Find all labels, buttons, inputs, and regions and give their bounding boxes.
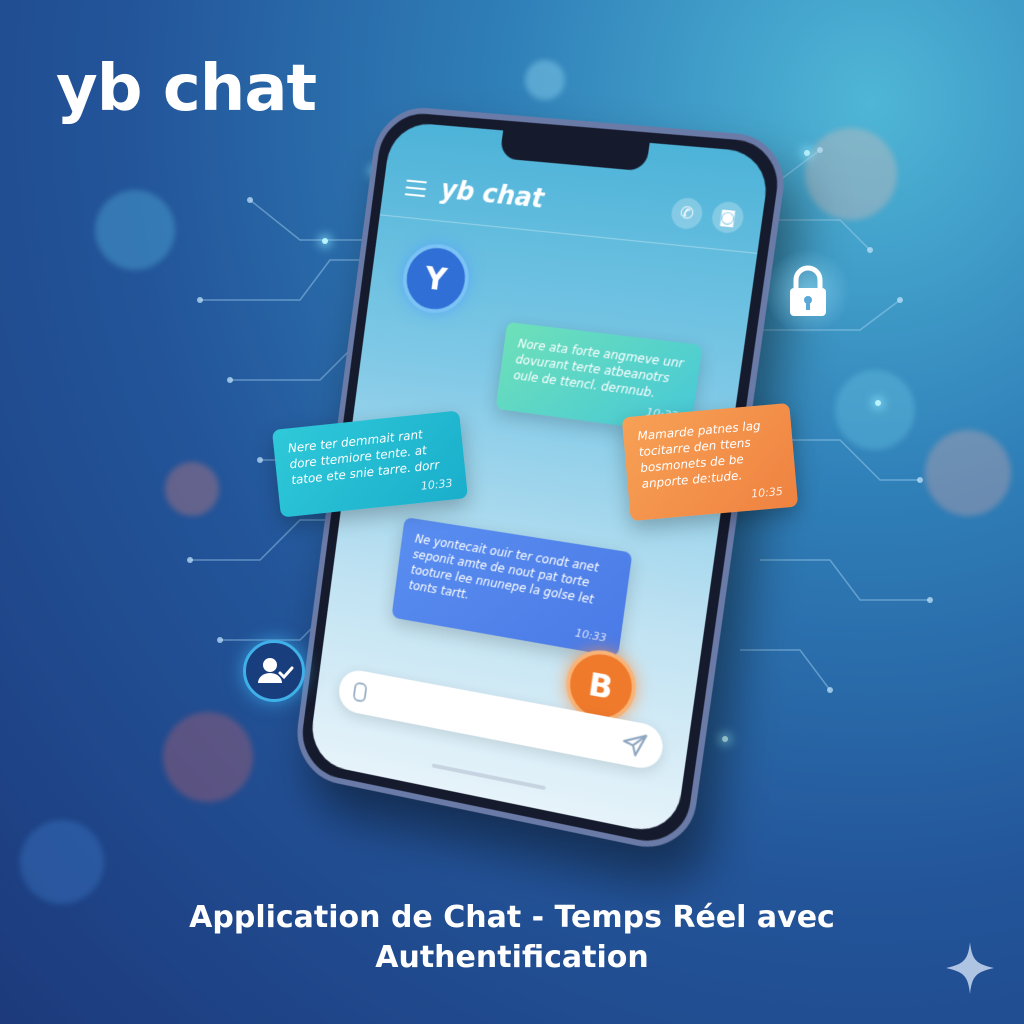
message-bubble: Ne yontecait ouir ter condt anet seponit… (391, 517, 633, 658)
send-icon[interactable] (618, 728, 650, 761)
microphone-icon[interactable] (352, 681, 368, 703)
app-header: yb chat ✆ ◙ (379, 159, 766, 254)
phone-icon[interactable]: ✆ (669, 196, 705, 231)
sparkle-star-icon (946, 942, 994, 994)
avatar-y: Y (398, 240, 474, 317)
message-bubble: Mamarde patnes lag tocitarre den ttens b… (621, 402, 799, 522)
user-verified-icon (243, 640, 305, 702)
tagline-line-1: Application de Chat - Temps Réel avec (189, 900, 835, 935)
menu-icon[interactable] (404, 179, 427, 198)
message-text: Mamarde patnes lag tocitarre den ttens b… (636, 418, 762, 492)
app-title: yb chat (438, 175, 546, 215)
lock-icon (766, 250, 850, 334)
tagline-line-2: Authentification (375, 940, 649, 975)
sparkle (722, 736, 728, 742)
brand-title: yb chat (56, 52, 317, 126)
sparkle (322, 238, 328, 244)
sparkle (875, 400, 881, 406)
tagline: Application de Chat - Temps Réel avec Au… (0, 898, 1024, 978)
message-text: Ne yontecait ouir ter condt anet seponit… (407, 531, 600, 607)
phone-notch (499, 130, 650, 172)
camera-icon[interactable]: ◙ (710, 200, 746, 235)
home-indicator (431, 763, 546, 791)
sparkle (804, 150, 810, 156)
